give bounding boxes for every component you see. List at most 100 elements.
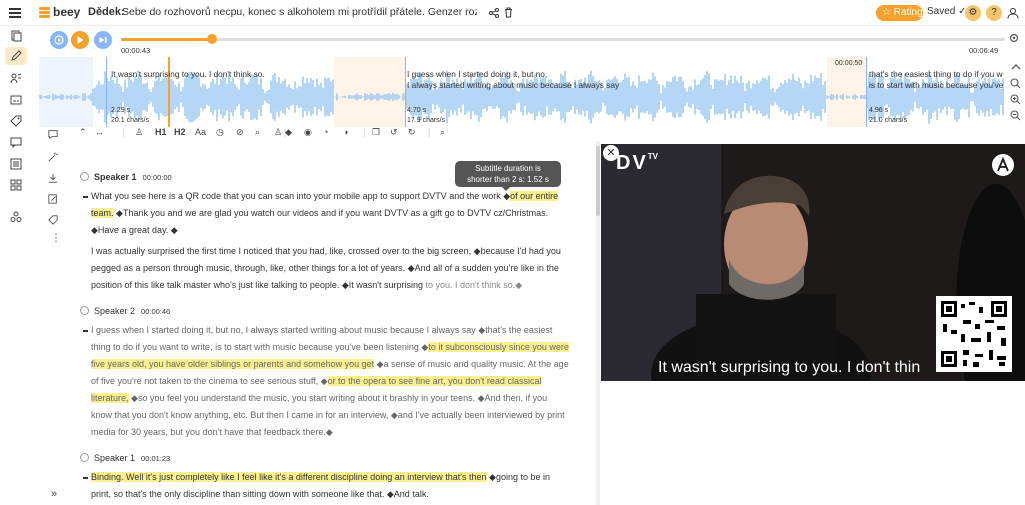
zoom-fit-icon[interactable] <box>1010 78 1021 89</box>
rating-label: Rating <box>893 7 923 18</box>
speaker-header[interactable]: Speaker 1 00:00:00 <box>80 172 172 182</box>
highlighted-text[interactable]: Binding. Well it's just completely like … <box>91 472 487 482</box>
zoom-out-icon[interactable] <box>1010 110 1021 121</box>
rating-button[interactable]: ☆ Rating <box>876 5 923 21</box>
timeline-slider[interactable] <box>121 34 1005 44</box>
speaker-name[interactable]: Speaker 1 <box>94 172 137 182</box>
list-icon[interactable] <box>10 158 22 170</box>
transcript-paragraph[interactable]: I guess when I started doing it, but no,… <box>91 322 569 441</box>
speaker-search-icon[interactable]: ♙ <box>274 127 282 138</box>
apps-grid-icon[interactable] <box>10 179 22 191</box>
settings-gear-icon[interactable]: ⚙ <box>965 5 981 21</box>
heading1-button[interactable]: H1 <box>155 127 167 137</box>
label-icon[interactable] <box>48 215 58 225</box>
segment-text-line2[interactable]: I always started writing about music bec… <box>407 80 619 90</box>
timeline-knob[interactable] <box>207 34 218 44</box>
playhead[interactable] <box>168 57 170 127</box>
scrollbar-thumb[interactable] <box>596 146 600 216</box>
star-icon: ☆ <box>882 7 891 18</box>
search-icon[interactable]: ⌕ <box>440 127 445 138</box>
speaker-radio[interactable] <box>80 306 89 315</box>
speaker-radio[interactable] <box>80 453 89 462</box>
segment-boundary[interactable] <box>106 57 107 127</box>
speaker-time[interactable]: 00:00:46 <box>141 307 170 316</box>
speed-icon[interactable]: ◔ <box>323 127 328 137</box>
editor-toolbar: ⌃ ↔ | ♙ H1 H2 Aa ◷ ⊘ ⌕ ♙ | ◆ ◉ ◔ ◑ | ❐ ↺… <box>66 127 596 141</box>
subtitles-icon[interactable] <box>10 94 22 106</box>
copy-icon[interactable]: ❐ <box>372 127 380 138</box>
more-vertical-icon[interactable]: ⋮ <box>51 233 61 244</box>
step-forward-button[interactable] <box>94 31 112 49</box>
video-player[interactable]: DVTV It wasn't surprising to you. I don'… <box>601 144 1025 381</box>
undo-icon[interactable]: ↺ <box>390 127 398 138</box>
paragraph-marker <box>83 330 88 332</box>
current-time: 00:00:43 <box>121 46 151 55</box>
redo-icon[interactable]: ↻ <box>408 127 416 138</box>
segment-boundary[interactable] <box>405 57 406 127</box>
play-icon <box>77 36 84 44</box>
speaker-header[interactable]: Speaker 1 00:01:23 <box>80 453 170 463</box>
speaker-radio[interactable] <box>80 172 89 181</box>
timestamp-icon[interactable]: ◉ <box>304 127 312 138</box>
speaker-name[interactable]: Speaker 2 <box>94 306 135 316</box>
speaker-person-icon[interactable]: ♙ <box>135 127 143 138</box>
zoom-in-icon[interactable] <box>1010 94 1021 105</box>
download-icon[interactable] <box>48 173 58 183</box>
video-subtitle: It wasn't surprising to you. I don't thi… <box>658 359 921 376</box>
project-title-input[interactable]: Sebe do rozhovorů necpu, konec s alkohol… <box>122 6 477 18</box>
text-case-button[interactable]: Aa <box>195 127 206 137</box>
main-sidebar <box>0 26 32 505</box>
heading2-button[interactable]: H2 <box>174 127 186 137</box>
menu-icon[interactable] <box>9 8 21 18</box>
segment-boundary[interactable] <box>866 57 867 127</box>
tag-icon[interactable] <box>10 115 22 127</box>
share-icon[interactable] <box>489 8 499 18</box>
search-replace-icon[interactable]: ⌕ <box>255 127 260 138</box>
speaker-time[interactable]: 00:00:00 <box>143 173 172 182</box>
paragraph-marker <box>83 477 88 479</box>
edit-pencil-icon[interactable] <box>10 50 22 62</box>
speakers-icon[interactable] <box>10 72 22 84</box>
segment-text[interactable]: that's the easiest thing to do if you w <box>869 69 1003 79</box>
help-icon[interactable]: ? <box>986 5 1002 21</box>
user-icon[interactable] <box>1007 7 1019 19</box>
waveform-expand-icon[interactable] <box>1011 62 1021 72</box>
rewind-button[interactable] <box>50 31 68 49</box>
documents-icon[interactable] <box>10 30 22 42</box>
play-button[interactable] <box>71 31 89 49</box>
transcript-paragraph[interactable]: What you see here is a QR code that you … <box>91 188 569 239</box>
gauge-icon[interactable]: ◑ <box>343 127 348 137</box>
transcript-editor[interactable]: Subtitle duration is shorter than 2 s: 1… <box>66 141 596 505</box>
edit-document-icon[interactable] <box>48 194 58 204</box>
clock-icon[interactable]: ◷ <box>216 127 224 138</box>
top-bar: beey Dědek: Sebe do rozhovorů necpu, kon… <box>0 0 1025 26</box>
collapse-up-icon[interactable]: ⌃ <box>79 127 87 138</box>
timeline-progress <box>121 38 213 41</box>
segment-text[interactable]: I guess when I started doing it, but no, <box>407 69 547 79</box>
speaker-header[interactable]: Speaker 2 00:00:46 <box>80 306 170 316</box>
segment-text-line2[interactable]: is to start with music because you've <box>869 80 1003 90</box>
close-video-icon[interactable]: ✕ <box>603 145 619 161</box>
block-icon[interactable]: ⊘ <box>236 127 244 138</box>
speaker-name[interactable]: Speaker 1 <box>94 453 135 463</box>
message-icon[interactable] <box>10 136 22 148</box>
integrations-icon[interactable] <box>10 211 22 223</box>
editor-scrollbar[interactable] <box>596 141 600 505</box>
tooltip-line2: shorter than 2 s: 1.52 s <box>467 175 549 184</box>
trash-icon[interactable] <box>504 7 513 18</box>
expand-horizontal-icon[interactable]: ↔ <box>95 127 104 137</box>
segment-text[interactable]: It wasn't surprising to you. I don't thi… <box>111 69 265 79</box>
diamond-marker-icon[interactable]: ◆ <box>285 127 292 138</box>
collapse-sidebar-icon[interactable]: » <box>51 488 57 500</box>
paragraph-marker <box>83 196 88 198</box>
video-frame <box>601 144 1025 381</box>
transcript-paragraph[interactable]: Binding. Well it's just completely like … <box>91 469 569 503</box>
comment-icon[interactable] <box>48 129 58 139</box>
magic-wand-icon[interactable] <box>48 152 58 162</box>
transcript-paragraph[interactable]: I was actually surprised the first time … <box>91 243 569 294</box>
beey-logo-icon <box>39 7 50 19</box>
speaker-time[interactable]: 00:01:23 <box>141 454 170 463</box>
waveform-panel[interactable]: 00:00:50 It wasn't surprising to you. I … <box>39 57 1005 127</box>
player-settings-icon[interactable] <box>1009 33 1019 43</box>
toolbar-divider: | <box>428 127 431 137</box>
